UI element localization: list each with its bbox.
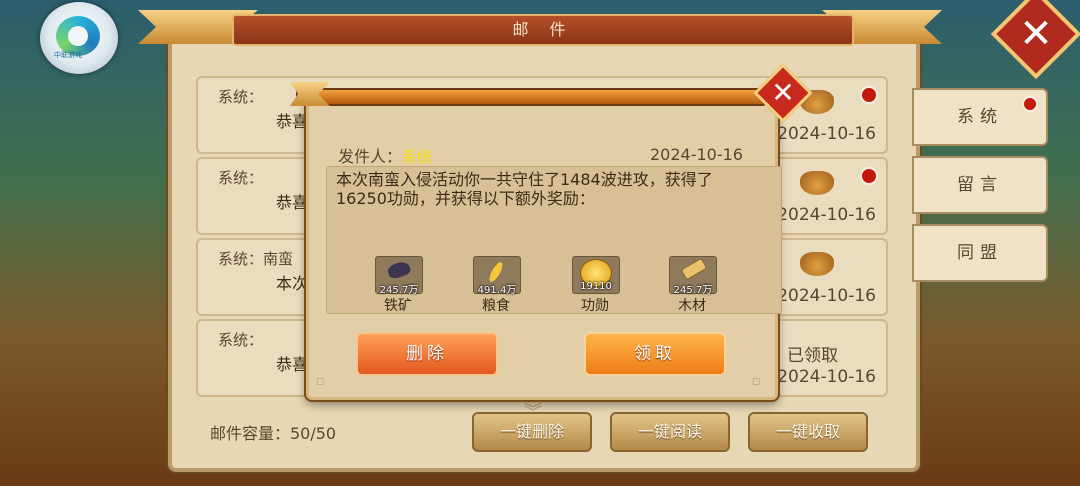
mail-sender: 系统： bbox=[218, 169, 264, 187]
reward-name: 铁矿 bbox=[384, 298, 412, 314]
tab-label: 系统 bbox=[957, 107, 1003, 127]
unread-dot-icon bbox=[860, 86, 878, 104]
reward-icon-frame: 491.4万 bbox=[473, 256, 521, 296]
mail-date: 2024-10-16 bbox=[777, 124, 876, 144]
close-panel-button[interactable]: ✕ bbox=[990, 0, 1080, 80]
close-icon: ✕ bbox=[1019, 10, 1053, 57]
delete-all-button[interactable]: 一键删除 bbox=[472, 412, 592, 452]
sender-label: 发件人： bbox=[338, 147, 403, 166]
dialog-sender: 发件人：系统 bbox=[338, 143, 432, 167]
corner-ornament: ◻ bbox=[752, 376, 761, 387]
iron-ore-icon bbox=[386, 259, 412, 281]
reward-name: 木材 bbox=[678, 298, 706, 314]
mail-sender: 系统： bbox=[218, 88, 264, 106]
reward-name: 粮食 bbox=[482, 298, 510, 314]
reward-item[interactable]: 245.7万 木材 bbox=[669, 256, 725, 315]
mail-status: 已领取 bbox=[787, 346, 838, 366]
mail-preview: 本次 bbox=[276, 274, 309, 293]
reward-item[interactable]: 245.7万 铁矿 bbox=[375, 256, 431, 315]
delete-mail-button[interactable]: 删除 bbox=[356, 332, 498, 376]
mail-date: 2024-10-16 bbox=[777, 367, 876, 387]
game-logo[interactable]: 中联游戏 bbox=[40, 2, 118, 74]
logo-text: 中联游戏 bbox=[54, 51, 82, 59]
reward-amount: 245.7万 bbox=[673, 285, 713, 296]
mail-date: 2024-10-16 bbox=[777, 286, 876, 306]
reward-bag-icon bbox=[800, 171, 834, 195]
reward-icon-frame: 245.7万 bbox=[375, 256, 423, 296]
unread-dot-icon bbox=[1022, 96, 1038, 112]
reward-item[interactable]: 491.4万 粮食 bbox=[473, 256, 529, 315]
tab-system[interactable]: 系统 bbox=[912, 88, 1048, 146]
reward-item[interactable]: 19110 功勋 bbox=[572, 256, 628, 315]
claim-reward-button[interactable]: 领取 bbox=[584, 332, 726, 376]
claim-all-button[interactable]: 一键收取 bbox=[748, 412, 868, 452]
reward-name: 功勋 bbox=[581, 298, 609, 314]
tab-label: 留言 bbox=[957, 175, 1003, 195]
unread-dot-icon bbox=[860, 167, 878, 185]
mail-preview: 恭喜 bbox=[276, 193, 309, 212]
sender-name: 系统 bbox=[402, 148, 433, 166]
corner-ornament: ◻ bbox=[316, 376, 325, 387]
mail-sender: 系统：南蛮 bbox=[218, 250, 294, 268]
mail-sender: 系统： bbox=[218, 331, 264, 349]
mail-date: 2024-10-16 bbox=[777, 205, 876, 225]
reward-icon-frame: 245.7万 bbox=[669, 256, 717, 296]
mail-preview: 恭喜 bbox=[276, 112, 309, 131]
read-all-button[interactable]: 一键阅读 bbox=[610, 412, 730, 452]
dialog-date: 2024-10-16 bbox=[650, 145, 743, 164]
mail-capacity: 邮件容量：50/50 bbox=[210, 424, 337, 443]
reward-amount: 491.4万 bbox=[477, 285, 517, 296]
tab-alliance[interactable]: 同盟 bbox=[912, 224, 1048, 282]
reward-amount: 19110 bbox=[580, 281, 612, 292]
dialog-content-text: 本次南蛮入侵活动你一共守住了1484波进攻，获得了16250功勋，并获得以下额外… bbox=[336, 170, 713, 208]
mail-preview: 恭喜 bbox=[276, 355, 309, 374]
reward-bag-icon bbox=[800, 252, 834, 276]
close-icon: ✕ bbox=[771, 76, 795, 109]
panel-title: 邮 件 bbox=[232, 14, 854, 46]
tab-label: 同盟 bbox=[957, 243, 1003, 263]
reward-icon-frame: 19110 bbox=[572, 256, 620, 294]
reward-amount: 245.7万 bbox=[379, 285, 419, 296]
tab-messages[interactable]: 留言 bbox=[912, 156, 1048, 214]
wood-icon bbox=[680, 257, 708, 281]
dialog-header-bar bbox=[296, 88, 766, 106]
